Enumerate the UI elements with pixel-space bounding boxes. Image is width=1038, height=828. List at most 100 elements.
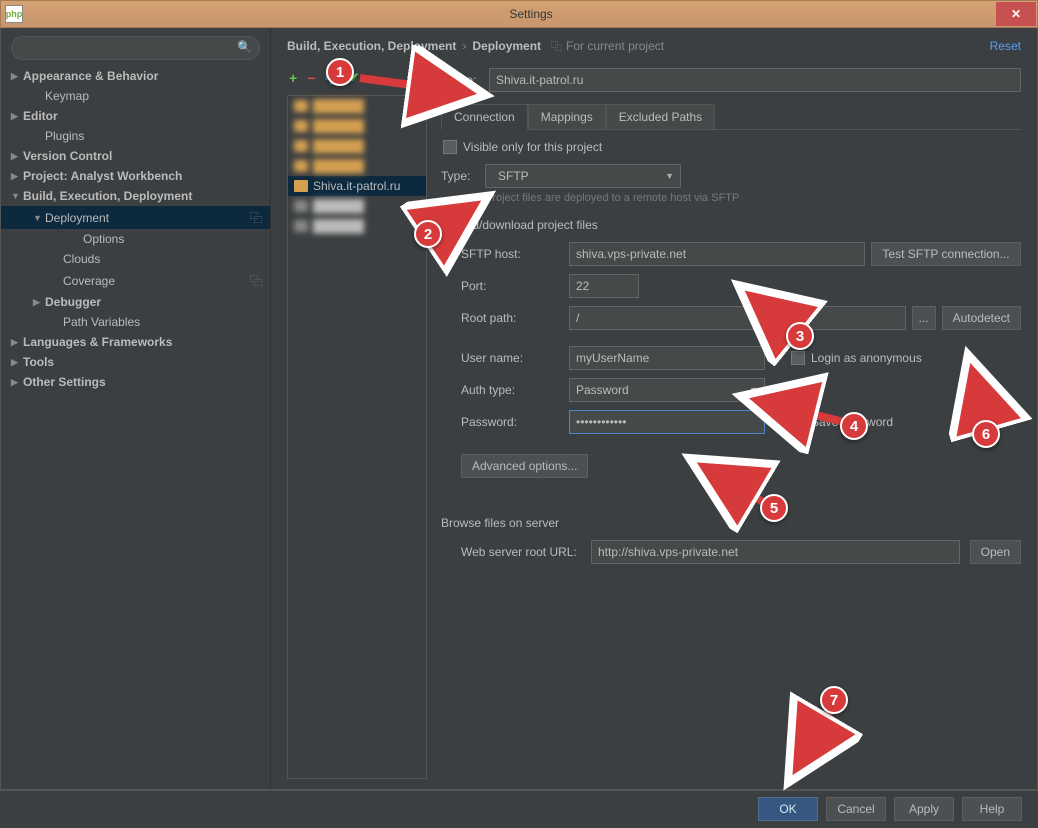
tree-item[interactable]: ▶Project: Analyst Workbench: [1, 166, 270, 186]
cancel-button[interactable]: Cancel: [826, 797, 886, 821]
test-connection-button[interactable]: Test SFTP connection...: [871, 242, 1021, 266]
visible-only-label: Visible only for this project: [463, 140, 602, 154]
tree-item[interactable]: Clouds: [1, 249, 270, 269]
server-item-hidden[interactable]: ██████: [288, 96, 426, 116]
window-title: Settings: [29, 7, 1033, 21]
tree-item-label: Editor: [23, 109, 58, 123]
advanced-options-button[interactable]: Advanced options...: [461, 454, 588, 478]
tree-item[interactable]: ▶Appearance & Behavior: [1, 66, 270, 86]
server-item-hidden[interactable]: ██████: [288, 136, 426, 156]
port-input[interactable]: [569, 274, 639, 298]
visible-only-checkbox[interactable]: [443, 140, 457, 154]
breadcrumb: Build, Execution, Deployment › Deploymen…: [271, 28, 1037, 64]
server-item-hidden[interactable]: ██████: [288, 116, 426, 136]
breadcrumb-part-2: Deployment: [472, 39, 541, 53]
password-input[interactable]: [569, 410, 765, 434]
tree-item[interactable]: Keymap: [1, 86, 270, 106]
browse-group-label: Browse files on server: [441, 516, 1021, 530]
open-url-button[interactable]: Open: [970, 540, 1021, 564]
tree-arrow-icon: ▶: [11, 357, 21, 368]
project-scope-icon: ⿻: [250, 272, 262, 289]
web-url-label: Web server root URL:: [461, 545, 581, 559]
tree-item[interactable]: Plugins: [1, 126, 270, 146]
tree-item-label: Build, Execution, Deployment: [23, 189, 192, 203]
tree-item[interactable]: ▶Languages & Frameworks: [1, 332, 270, 352]
ok-button[interactable]: OK: [758, 797, 818, 821]
save-password-label: Save password: [811, 415, 893, 429]
add-server-button[interactable]: +: [289, 70, 297, 86]
tree-item[interactable]: ▼Deployment⿻: [1, 206, 270, 229]
search-icon: 🔍: [237, 40, 252, 54]
server-item-hidden[interactable]: ██████: [288, 156, 426, 176]
server-item-hidden[interactable]: ██████: [288, 196, 426, 216]
server-name: Shiva.it-patrol.ru: [313, 179, 400, 193]
type-label: Type:: [441, 169, 475, 183]
search-input[interactable]: [11, 36, 260, 60]
type-select[interactable]: SFTP ▼: [485, 164, 681, 188]
server-toolbar: + − ⿻ ✔: [287, 64, 427, 95]
chevron-down-icon: ▼: [665, 171, 674, 181]
tree-item[interactable]: Options: [1, 229, 270, 249]
search-wrap: 🔍: [1, 28, 270, 66]
breadcrumb-part-1: Build, Execution, Deployment: [287, 39, 456, 53]
username-input[interactable]: [569, 346, 765, 370]
close-button[interactable]: ✕: [996, 2, 1036, 26]
type-hint: Project files are deployed to a remote h…: [485, 192, 1021, 204]
tree-item-label: Path Variables: [63, 315, 140, 329]
remove-server-button[interactable]: −: [307, 70, 315, 86]
tree-item[interactable]: ▶Other Settings: [1, 372, 270, 392]
tree-item-label: Keymap: [45, 89, 89, 103]
tab-connection[interactable]: Connection: [441, 104, 528, 130]
content: 🔍 ▶Appearance & BehaviorKeymap▶EditorPlu…: [0, 28, 1038, 790]
browse-root-button[interactable]: ...: [912, 306, 936, 330]
tree-item-label: Appearance & Behavior: [23, 69, 158, 83]
tab-excluded-paths[interactable]: Excluded Paths: [606, 104, 715, 129]
type-value: SFTP: [498, 169, 529, 183]
tree-item[interactable]: ▶Editor: [1, 106, 270, 126]
server-item-selected[interactable]: Shiva.it-patrol.ru: [288, 176, 426, 196]
right-panel: Build, Execution, Deployment › Deploymen…: [271, 28, 1037, 789]
tree-item[interactable]: ▼Build, Execution, Deployment: [1, 186, 270, 206]
port-label: Port:: [461, 279, 561, 293]
app-icon: php: [5, 5, 23, 23]
help-button[interactable]: Help: [962, 797, 1022, 821]
upload-group-label: Upload/download project files: [441, 218, 1021, 232]
tree-item-label: Deployment: [45, 211, 109, 225]
set-default-button[interactable]: ✔: [348, 70, 359, 86]
server-name-input[interactable]: [489, 68, 1021, 92]
tab-mappings[interactable]: Mappings: [528, 104, 606, 129]
tree-arrow-icon: ▼: [33, 213, 43, 223]
autodetect-button[interactable]: Autodetect: [942, 306, 1021, 330]
project-icon: ⿻: [551, 38, 562, 54]
save-password-checkbox[interactable]: [791, 415, 805, 429]
server-list[interactable]: ████████████████████████Shiva.it-patrol.…: [287, 95, 427, 779]
reset-link[interactable]: Reset: [990, 39, 1021, 53]
web-url-input[interactable]: [591, 540, 960, 564]
copy-server-button[interactable]: ⿻: [325, 68, 338, 87]
tabs: ConnectionMappingsExcluded Paths: [441, 104, 1021, 130]
tree-item[interactable]: ▶Tools: [1, 352, 270, 372]
tree-item-label: Options: [83, 232, 124, 246]
auth-type-label: Auth type:: [461, 383, 561, 397]
tree-item[interactable]: ▶Debugger: [1, 292, 270, 312]
tree-item-label: Clouds: [63, 252, 100, 266]
sftp-host-input[interactable]: [569, 242, 865, 266]
deployment-body: + − ⿻ ✔ ████████████████████████Shiva.it…: [271, 64, 1037, 789]
root-path-input[interactable]: [569, 306, 906, 330]
apply-button[interactable]: Apply: [894, 797, 954, 821]
auth-type-select[interactable]: Password ▼: [569, 378, 765, 402]
tree-item-label: Tools: [23, 355, 54, 369]
tree-item[interactable]: Coverage⿻: [1, 269, 270, 292]
anonymous-label: Login as anonymous: [811, 351, 922, 365]
titlebar: php Settings ✕: [0, 0, 1038, 28]
username-label: User name:: [461, 351, 561, 365]
project-scope-text: For current project: [566, 39, 664, 53]
tree-arrow-icon: ▶: [11, 337, 21, 348]
settings-tree[interactable]: ▶Appearance & BehaviorKeymap▶EditorPlugi…: [1, 66, 270, 789]
server-item-hidden[interactable]: ██████: [288, 216, 426, 236]
root-path-label: Root path:: [461, 311, 561, 325]
tree-item[interactable]: Path Variables: [1, 312, 270, 332]
anonymous-checkbox[interactable]: [791, 351, 805, 365]
tree-item[interactable]: ▶Version Control: [1, 146, 270, 166]
server-column: + − ⿻ ✔ ████████████████████████Shiva.it…: [287, 64, 427, 779]
